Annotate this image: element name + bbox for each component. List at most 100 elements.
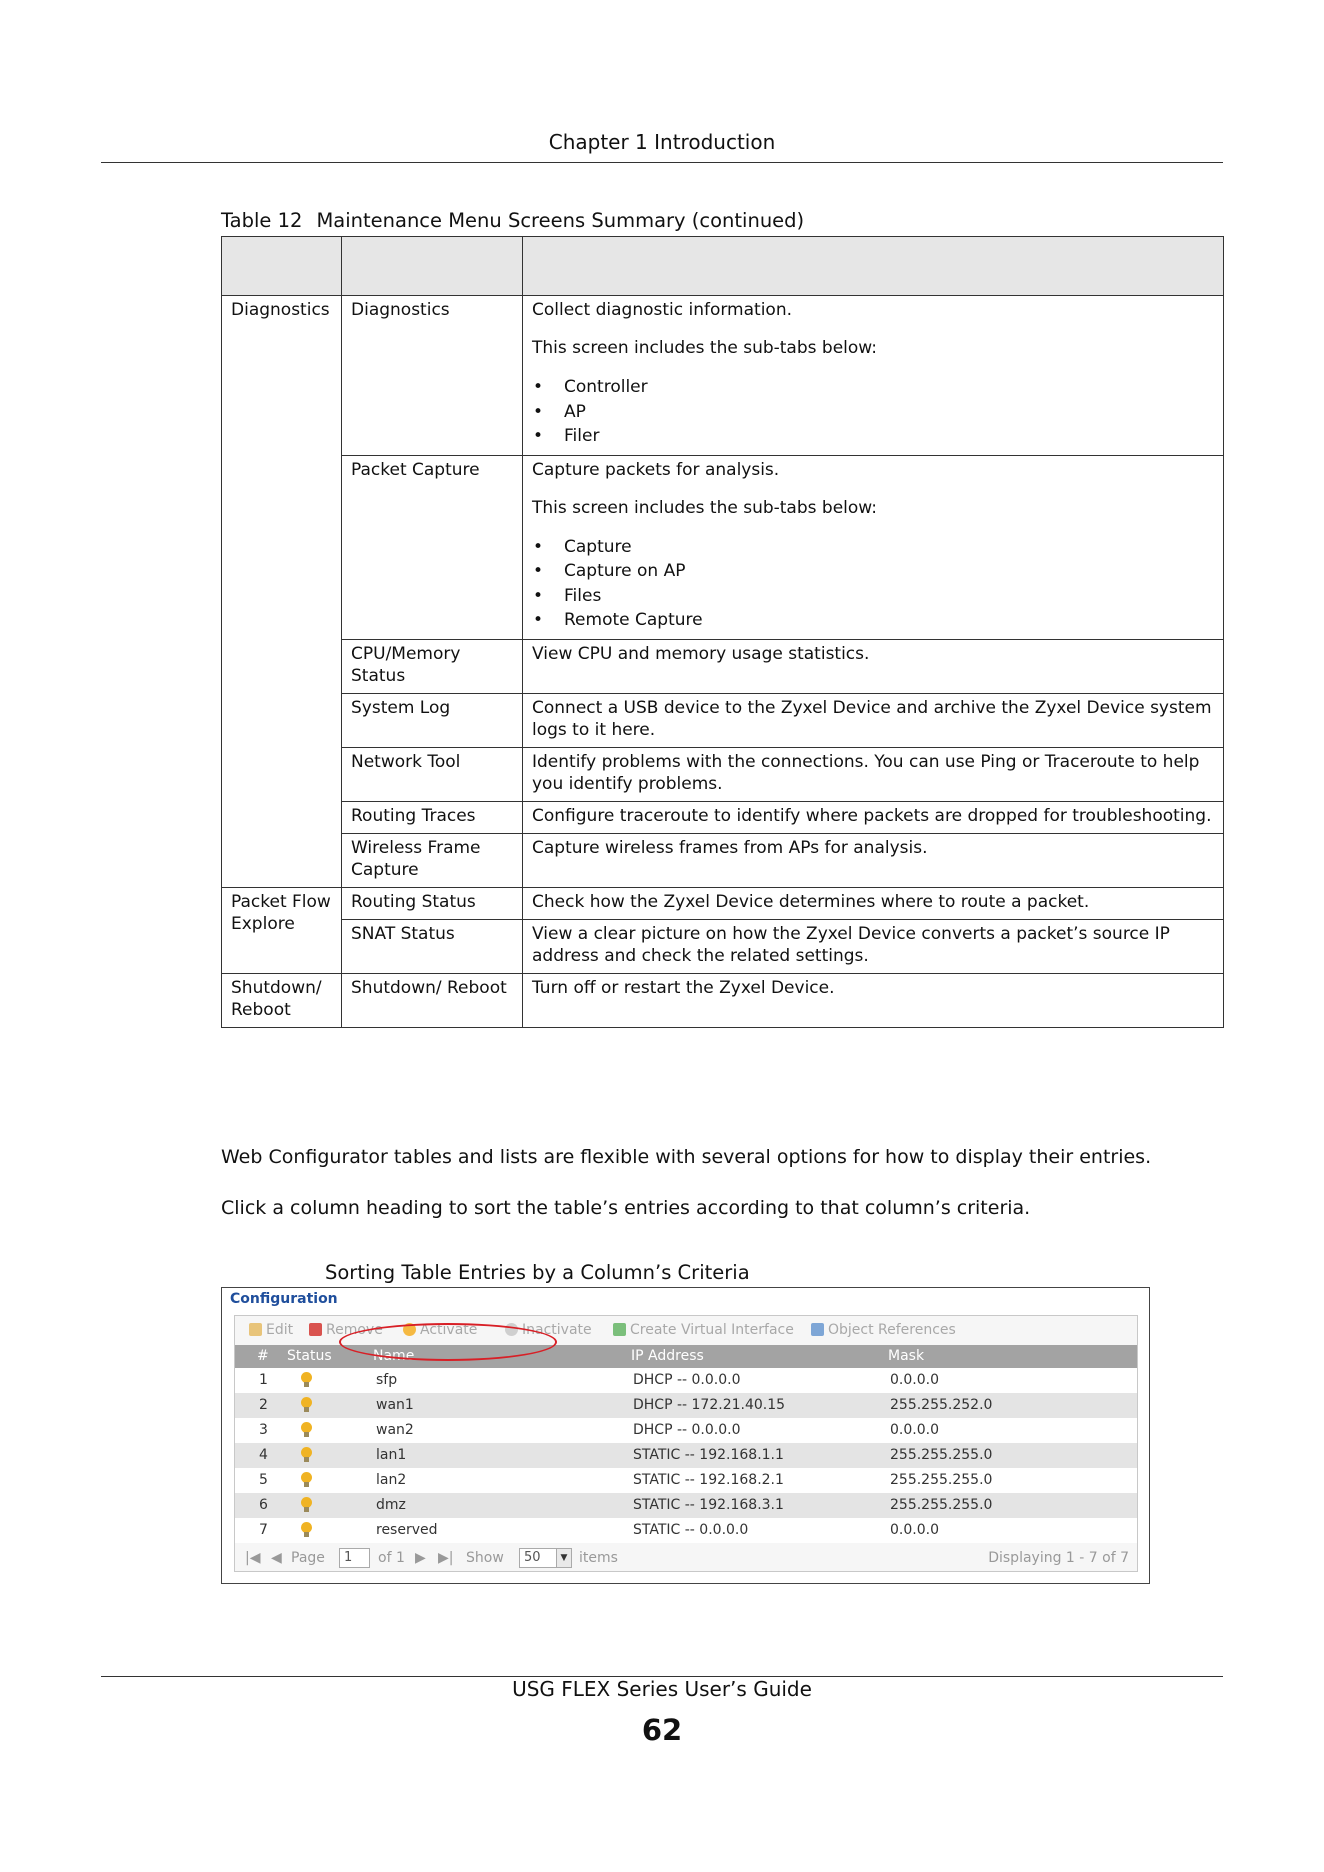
screen-cell: System Log (341, 692, 523, 748)
create-virtual-interface-button[interactable]: Create Virtual Interface (613, 1322, 794, 1338)
object-references-label: Object References (828, 1322, 956, 1338)
row-number: 3 (259, 1422, 268, 1438)
create-virtual-interface-label: Create Virtual Interface (630, 1322, 794, 1338)
edit-label: Edit (266, 1322, 294, 1338)
row-number: 2 (259, 1397, 268, 1413)
edit-button[interactable]: Edit (249, 1322, 293, 1338)
table-caption-text: Maintenance Menu Screens Summary (contin… (316, 209, 805, 232)
name-column-highlight-ellipse (339, 1323, 557, 1361)
next-page-icon[interactable]: ▶ (415, 1550, 426, 1566)
menu-cell: Packet Flow Explore (221, 886, 342, 974)
page-number: 62 (641, 1713, 683, 1747)
list-item: Controller (532, 375, 1214, 400)
description-cell: Capture wireless frames from APs for ana… (522, 832, 1224, 888)
row-ip-address: STATIC -- 192.168.2.1 (633, 1472, 784, 1488)
table-row[interactable]: 5 lan2 STATIC -- 192.168.2.1 255.255.255… (235, 1468, 1137, 1493)
table-row[interactable]: 3 wan2 DHCP -- 0.0.0.0 0.0.0.0 (235, 1418, 1137, 1443)
status-bulb-icon (301, 1522, 312, 1538)
row-number: 4 (259, 1447, 268, 1463)
row-name: wan2 (376, 1422, 414, 1438)
chevron-down-icon[interactable]: ▼ (556, 1548, 572, 1568)
table-row: SNAT Status View a clear picture on how … (222, 918, 1224, 974)
description-cell: View CPU and memory usage statistics. (522, 638, 1224, 694)
body-paragraph: Web Configurator tables and lists are fl… (221, 1146, 1152, 1168)
row-mask: 0.0.0.0 (890, 1522, 939, 1538)
header-cell (341, 236, 523, 296)
menu-cell: Diagnostics (221, 295, 342, 888)
screen-cell: Diagnostics (341, 295, 523, 456)
show-label: Show (466, 1550, 504, 1566)
items-per-page-select[interactable]: 50 (519, 1548, 557, 1568)
table-header-row (221, 236, 1224, 296)
row-name: sfp (376, 1372, 398, 1388)
screen-cell: Packet Capture (341, 454, 523, 640)
table-row: Packet Capture Capture packets for analy… (222, 454, 1224, 640)
page-count: of 1 (378, 1550, 405, 1566)
description-cell: Collect diagnostic information. This scr… (522, 295, 1224, 456)
description-cell: Configure traceroute to identify where p… (522, 800, 1224, 834)
table-row: Packet Flow Explore Routing Status Check… (221, 886, 1224, 974)
displaying-status: Displaying 1 - 7 of 7 (988, 1550, 1129, 1566)
column-header-ip-address[interactable]: IP Address (631, 1348, 704, 1364)
status-bulb-icon (301, 1422, 312, 1438)
table-caption: Table 12 Maintenance Menu Screens Summary… (221, 209, 804, 232)
list-item: Filer (532, 424, 1214, 449)
screen-cell: Routing Traces (341, 800, 523, 834)
previous-page-icon[interactable]: ◀ (271, 1550, 282, 1566)
row-mask: 255.255.255.0 (890, 1447, 993, 1463)
table-row[interactable]: 4 lan1 STATIC -- 192.168.1.1 255.255.255… (235, 1443, 1137, 1468)
row-mask: 0.0.0.0 (890, 1422, 939, 1438)
header-cell (221, 236, 342, 296)
status-bulb-icon (301, 1472, 312, 1488)
subtab-list: Controller AP Filer (532, 375, 1214, 449)
table-row[interactable]: 1 sfp DHCP -- 0.0.0.0 0.0.0.0 (235, 1368, 1137, 1393)
screen-cell: Network Tool (341, 746, 523, 802)
row-name: lan2 (376, 1472, 407, 1488)
edit-icon (249, 1323, 262, 1336)
description-text: This screen includes the sub-tabs below: (532, 497, 877, 518)
last-page-icon[interactable]: ▶| (438, 1550, 453, 1566)
page-number-input[interactable]: 1 (339, 1548, 370, 1568)
object-references-button[interactable]: Object References (811, 1322, 956, 1338)
screen-cell: Wireless Frame Capture (341, 832, 523, 888)
row-ip-address: DHCP -- 0.0.0.0 (633, 1372, 741, 1388)
table-row: System Log Connect a USB device to the Z… (222, 692, 1224, 748)
row-ip-address: STATIC -- 192.168.1.1 (633, 1447, 784, 1463)
row-ip-address: STATIC -- 192.168.3.1 (633, 1497, 784, 1513)
row-name: reserved (376, 1522, 438, 1538)
row-number: 1 (259, 1372, 268, 1388)
table-number: Table 12 (221, 209, 303, 232)
row-ip-address: STATIC -- 0.0.0.0 (633, 1522, 749, 1538)
table-row: Network Tool Identify problems with the … (222, 746, 1224, 802)
page-label: Page (291, 1550, 325, 1566)
description-cell: Check how the Zyxel Device determines wh… (522, 886, 1224, 920)
row-number: 7 (259, 1522, 268, 1538)
remove-icon (309, 1323, 322, 1336)
row-name: dmz (376, 1497, 406, 1513)
header-cell (522, 236, 1224, 296)
screen-cell: Routing Status (341, 886, 523, 920)
table-row: Diagnostics Diagnostics Collect diagnost… (221, 295, 1224, 888)
row-name: lan1 (376, 1447, 407, 1463)
status-bulb-icon (301, 1447, 312, 1463)
table-row[interactable]: 6 dmz STATIC -- 192.168.3.1 255.255.255.… (235, 1493, 1137, 1518)
description-text: Capture packets for analysis. (532, 459, 780, 480)
description-cell: View a clear picture on how the Zyxel De… (522, 918, 1224, 974)
description-text: Collect diagnostic information. (532, 300, 793, 320)
list-item: Capture on AP (532, 559, 1214, 584)
status-bulb-icon (301, 1397, 312, 1413)
row-ip-address: DHCP -- 172.21.40.15 (633, 1397, 786, 1413)
column-header-number[interactable]: # (257, 1348, 269, 1364)
body-paragraph: Click a column heading to sort the table… (221, 1197, 1031, 1219)
column-header-mask[interactable]: Mask (888, 1348, 924, 1364)
row-mask: 255.255.255.0 (890, 1472, 993, 1488)
table-row: Wireless Frame Capture Capture wireless … (222, 832, 1224, 888)
figure-title: Sorting Table Entries by a Column’s Crit… (325, 1261, 750, 1284)
column-header-status[interactable]: Status (287, 1348, 332, 1364)
row-mask: 255.255.255.0 (890, 1497, 993, 1513)
first-page-icon[interactable]: |◀ (245, 1550, 260, 1566)
table-row[interactable]: 2 wan1 DHCP -- 172.21.40.15 255.255.252.… (235, 1393, 1137, 1418)
screen-cell: CPU/Memory Status (341, 638, 523, 694)
table-row[interactable]: 7 reserved STATIC -- 0.0.0.0 0.0.0.0 (235, 1518, 1137, 1543)
virtual-interface-icon (613, 1323, 626, 1336)
